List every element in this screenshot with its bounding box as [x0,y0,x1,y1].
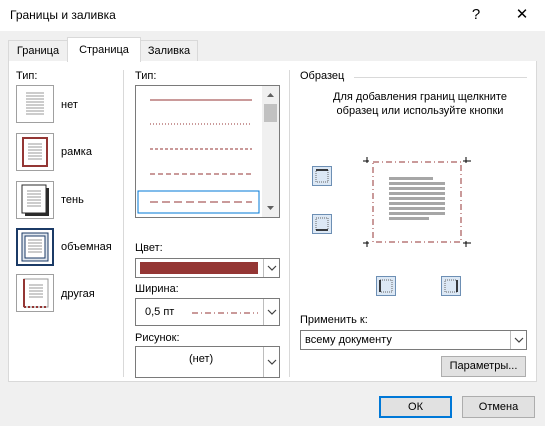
color-swatch [140,262,258,274]
scroll-down-icon [267,206,274,210]
tab-border[interactable]: Граница [8,40,68,62]
separator-left [123,70,124,377]
close-button[interactable]: ✕ [511,4,533,26]
close-icon: ✕ [515,6,529,23]
setting-none-icon[interactable] [16,85,54,123]
width-combo[interactable]: 0,5 пт [135,298,280,326]
tab-border-label: Граница [16,45,60,57]
preview-hint: Для добавления границ щелкните образец и… [333,91,507,117]
apply-label: Применить к: [300,314,368,326]
border-bottom-button[interactable] [312,214,332,234]
border-right-button[interactable] [441,276,461,296]
art-label: Рисунок: [135,332,180,344]
chevron-down-icon [514,337,524,343]
border-left-button[interactable] [376,276,396,296]
setting-none-label[interactable]: нет [61,99,78,111]
setting-box-icon[interactable] [16,133,54,171]
setting-3d-graphic [21,232,49,262]
width-dropdown-button[interactable] [263,299,279,325]
chevron-down-icon [267,359,277,365]
border-bottom-icon [315,217,329,231]
setting-custom-graphic [23,278,49,308]
style-label-text: Тип: [135,70,157,82]
setting-custom-label[interactable]: другая [61,288,95,300]
setting-box-graphic [22,137,48,167]
options-button[interactable]: Параметры... [441,356,526,377]
apply-combo[interactable]: всему документу [300,330,527,350]
tab-shading[interactable]: Заливка [140,40,198,62]
setting-shadow-graphic [21,184,49,216]
setting-3d-icon[interactable] [16,228,54,266]
setting-shadow-icon[interactable] [16,181,54,219]
help-button[interactable]: ? [465,4,487,26]
width-value: 0,5 пт [145,306,175,318]
color-combo[interactable] [135,258,280,278]
setting-box-label[interactable]: рамка [61,146,92,158]
tab-page-border-label: Страница [79,44,129,56]
border-right-icon [444,279,458,293]
style-scrollbar[interactable] [262,86,279,217]
setting-3d-label[interactable]: объемная [61,241,112,253]
apply-value: всему документу [305,334,392,346]
color-dropdown-button[interactable] [263,259,279,277]
width-line-preview [192,312,258,314]
scrollbar-graphic [264,93,277,210]
ok-button[interactable]: ОК [379,396,452,418]
preview-label: Образец [300,70,345,82]
border-top-icon [315,169,329,183]
preview-rule [354,77,527,78]
preview-page[interactable] [363,157,471,247]
cancel-button[interactable]: Отмена [462,396,535,418]
tab-shading-label: Заливка [147,45,191,57]
width-label: Ширина: [135,283,179,295]
line-style-list [137,99,260,214]
scroll-up-icon [267,93,274,97]
apply-dropdown-button[interactable] [510,331,526,349]
setting-none-graphic [26,92,44,115]
setting-label: Тип: [16,70,38,82]
chevron-down-icon [267,309,277,315]
chevron-down-icon [267,265,277,271]
style-label: Тип: [135,70,156,82]
preview-graphic [363,157,471,247]
border-left-icon [379,279,393,293]
border-top-button[interactable] [312,166,332,186]
color-label: Цвет: [135,242,163,254]
scroll-thumb [264,104,277,122]
setting-shadow-label[interactable]: тень [61,194,84,206]
setting-custom-icon[interactable] [16,274,54,312]
window-title: Границы и заливка [10,8,116,22]
style-listbox[interactable] [135,85,280,218]
separator-right [289,70,290,377]
art-combo[interactable]: (нет) [135,346,280,378]
art-value: (нет) [189,353,214,365]
tab-page-border[interactable]: Страница [67,37,141,62]
art-dropdown-button[interactable] [263,347,279,377]
